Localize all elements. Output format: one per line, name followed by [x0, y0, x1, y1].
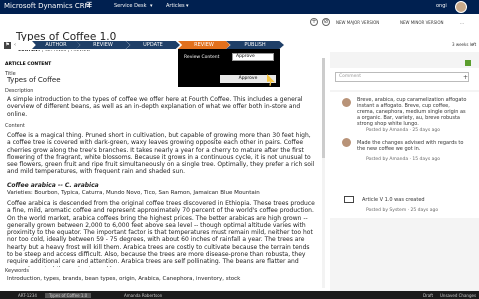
post-text: Made the changes advised with regards to…: [357, 140, 464, 152]
search-icon[interactable]: [376, 3, 384, 11]
avatar: [342, 138, 351, 147]
entity-chevron-icon[interactable]: ▾: [186, 3, 189, 9]
record-header: Types of Coffee 1.0 CONTENT | SETTINGS |…: [0, 14, 479, 52]
stage-author[interactable]: AUTHOR: [32, 41, 80, 49]
description-field[interactable]: A simple introduction to the types of co…: [7, 96, 315, 118]
new-minor-version-button[interactable]: NEW MINOR VERSION: [400, 20, 443, 25]
laptop-icon: [344, 196, 354, 203]
panel-toggle-icon[interactable]: [465, 60, 471, 66]
flag-icon[interactable]: ⚑: [4, 42, 11, 49]
next-stage-icon[interactable]: ›: [472, 42, 474, 48]
stage-flyout: Review Content Approve Approve: [178, 49, 280, 87]
activity-panel: Comment + Breve, arabica, cup carameliza…: [330, 52, 479, 291]
article-form: ARTICLE CONTENT Title Types of Coffee De…: [0, 52, 325, 291]
save-status[interactable]: Unsaved Changes: [440, 293, 476, 298]
top-nav: Microsoft Dynamics CRM ☰ Service Desk ▾ …: [0, 0, 479, 14]
record-title-tab[interactable]: Types of Coffee 1.0: [45, 292, 92, 298]
new-icon[interactable]: +: [310, 18, 318, 26]
settings-icon[interactable]: [416, 3, 424, 11]
user-name[interactable]: ongi: [436, 3, 447, 9]
delete-icon[interactable]: ⊘: [322, 18, 330, 26]
comment-input[interactable]: Comment: [335, 72, 469, 82]
area-chevron-icon[interactable]: ▾: [150, 3, 153, 9]
arabica-paragraph[interactable]: Coffee arabica is descended from the ori…: [7, 200, 315, 273]
recent-icon[interactable]: [392, 3, 400, 11]
post-text: Breve, arabica, cup caramelization affog…: [357, 97, 467, 127]
prev-stage-icon[interactable]: ‹: [14, 42, 16, 48]
form-scrollbar[interactable]: [322, 58, 325, 288]
stage-publish[interactable]: PUBLISH: [226, 41, 284, 49]
post-meta: Posted by Amanda · 25 days ago: [366, 128, 440, 133]
arabica-varieties: Varieties: Bourbon, Typica, Caturra, Mun…: [7, 190, 260, 196]
footer-bar: ART-1234 Types of Coffee 1.0 Amanda Robe…: [0, 291, 479, 299]
post-meta: Posted by System · 25 days ago: [366, 208, 439, 213]
create-icon[interactable]: [404, 3, 412, 11]
stage-review[interactable]: REVIEW: [76, 41, 130, 49]
more-commands-button[interactable]: …: [460, 20, 464, 25]
new-major-version-button[interactable]: NEW MAJOR VERSION: [336, 20, 379, 25]
post-meta: Posted by Amanda · 15 days ago: [366, 157, 440, 162]
app-brand[interactable]: Microsoft Dynamics CRM: [4, 2, 91, 10]
status-text: Draft: [423, 292, 434, 298]
post-text: Article V 1.0 was created: [362, 197, 425, 203]
keywords-label: Keywords: [5, 267, 305, 274]
stage-review-active[interactable]: REVIEW: [178, 41, 230, 49]
content-label: Content: [5, 123, 25, 129]
arabica-heading: Coffee arabica -- C. arabica: [7, 182, 99, 189]
menu-icon[interactable]: ☰: [86, 1, 96, 13]
help-icon[interactable]: [427, 3, 435, 11]
user-avatar[interactable]: [455, 1, 467, 13]
record-id-tab[interactable]: ART-1234: [18, 293, 37, 298]
stage-update[interactable]: UPDATE: [126, 41, 180, 49]
section-header: ARTICLE CONTENT: [5, 62, 52, 67]
avatar: [342, 98, 351, 107]
review-content-label: Review Content: [184, 55, 220, 60]
review-content-select[interactable]: Approve: [232, 53, 274, 61]
area-dropdown[interactable]: Service Desk: [114, 3, 147, 9]
description-label: Description: [5, 88, 34, 94]
entity-dropdown[interactable]: Articles: [166, 3, 185, 9]
scroll-thumb[interactable]: [322, 58, 325, 158]
system-post-card: [330, 190, 479, 218]
keywords-field[interactable]: Introduction, types, brands, bean types,…: [7, 276, 315, 284]
owner-name[interactable]: Amanda Robertson: [124, 293, 162, 298]
content-paragraph[interactable]: Coffee is a magical thing. Pruned short …: [7, 132, 315, 176]
add-comment-icon[interactable]: +: [463, 75, 469, 81]
